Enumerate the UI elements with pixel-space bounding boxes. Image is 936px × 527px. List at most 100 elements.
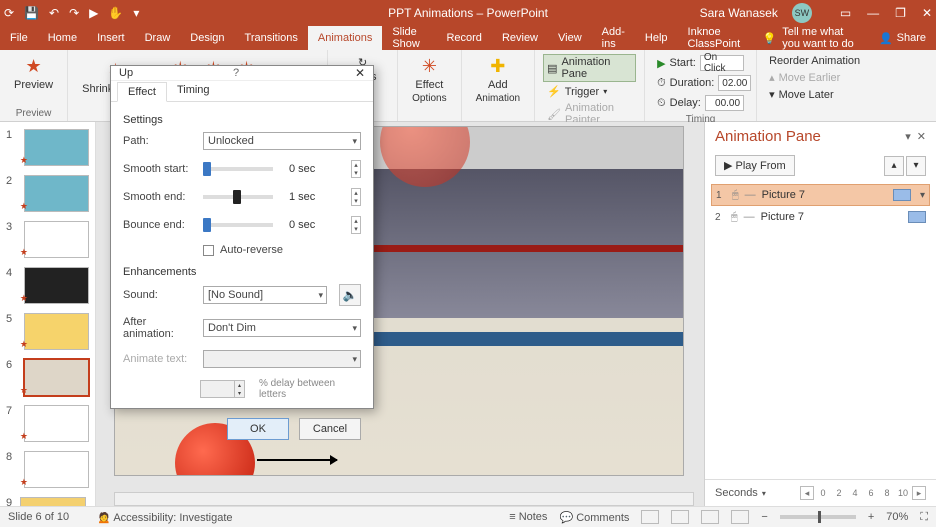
- cancel-button[interactable]: Cancel: [299, 418, 361, 440]
- bounce-end-spinner[interactable]: ▴▾: [351, 216, 361, 234]
- normal-view-button[interactable]: [641, 510, 659, 524]
- slide-counter[interactable]: Slide 6 of 10: [8, 511, 69, 523]
- move-down-button[interactable]: ▾: [906, 156, 926, 176]
- preview-button[interactable]: ★ Preview: [8, 54, 59, 93]
- move-earlier-button[interactable]: ▴Move Earlier: [765, 70, 869, 85]
- slide-thumbnail[interactable]: 1★: [0, 126, 95, 172]
- comments-button[interactable]: 💬 Comments: [559, 511, 629, 524]
- undo-icon[interactable]: ↶: [49, 6, 59, 20]
- tab-view[interactable]: View: [548, 26, 592, 50]
- slide-thumbnail-panel[interactable]: 1★ 2★ 3★ 4★ 5★ 6★ 7★ 8★ 9: [0, 122, 96, 506]
- tab-review[interactable]: Review: [492, 26, 548, 50]
- restore-icon[interactable]: ❐: [895, 6, 906, 20]
- tab-animations[interactable]: Animations: [308, 26, 382, 50]
- share-button[interactable]: 👤Share: [869, 26, 936, 50]
- touch-mode-icon[interactable]: ✋: [108, 6, 123, 20]
- tab-file[interactable]: File: [0, 26, 38, 50]
- slide-thumbnail[interactable]: 3★: [0, 218, 95, 264]
- tab-transitions[interactable]: Transitions: [235, 26, 308, 50]
- autosave-icon[interactable]: ⟳: [4, 6, 14, 20]
- seconds-dropdown[interactable]: Seconds▾: [715, 487, 766, 499]
- slide-thumbnail[interactable]: 6★: [0, 356, 95, 402]
- tab-insert[interactable]: Insert: [87, 26, 135, 50]
- scroll-right-icon[interactable]: ▸: [912, 486, 926, 500]
- sound-volume-button[interactable]: 🔈: [339, 284, 361, 306]
- tab-inknoe-classpoint[interactable]: Inknoe ClassPoint: [678, 26, 753, 50]
- speaker-icon: 🔈: [343, 288, 358, 302]
- sound-combobox[interactable]: [No Sound]▾: [203, 286, 327, 304]
- tell-me-search[interactable]: 💡Tell me what you want to do: [753, 26, 869, 50]
- horizontal-scrollbar[interactable]: [114, 492, 694, 506]
- slide-thumbnail[interactable]: 4★: [0, 264, 95, 310]
- delay-input[interactable]: 00.00: [705, 95, 744, 111]
- start-dropdown[interactable]: On Click: [700, 55, 744, 71]
- user-name[interactable]: Sara Wanasek: [700, 6, 778, 20]
- close-icon[interactable]: ✕: [922, 6, 932, 20]
- item-menu-icon[interactable]: ▾: [920, 190, 925, 201]
- animation-item[interactable]: 2 🖱 — Picture 7: [711, 206, 930, 228]
- minimize-icon[interactable]: —: [867, 6, 879, 20]
- ok-button[interactable]: OK: [227, 418, 289, 440]
- zoom-out-icon[interactable]: −: [761, 511, 767, 523]
- notes-button[interactable]: ≡ Notes: [509, 511, 547, 523]
- qat-more-icon[interactable]: ▾: [133, 6, 139, 20]
- animation-pane-button[interactable]: ▤Animation Pane: [543, 54, 636, 82]
- add-animation-button[interactable]: ✚ Add Animation: [470, 54, 526, 106]
- slide-thumbnail[interactable]: 5★: [0, 310, 95, 356]
- smooth-start-slider[interactable]: [203, 167, 273, 171]
- reorder-animation-label: Reorder Animation: [765, 54, 869, 68]
- dialog-close-icon[interactable]: ✕: [355, 66, 365, 80]
- path-combobox[interactable]: Unlocked▾: [203, 132, 361, 150]
- tab-draw[interactable]: Draw: [135, 26, 181, 50]
- accessibility-status[interactable]: 🙍 Accessibility: Investigate: [97, 511, 232, 524]
- tab-home[interactable]: Home: [38, 26, 87, 50]
- redo-icon[interactable]: ↷: [69, 6, 79, 20]
- slide-thumbnail[interactable]: 9: [0, 494, 95, 506]
- lightbulb-icon: 💡: [763, 32, 777, 45]
- timing-bar: [908, 211, 926, 223]
- enhancements-heading: Enhancements: [123, 266, 361, 278]
- zoom-value[interactable]: 70%: [886, 511, 908, 523]
- add-animation-icon: ✚: [490, 56, 505, 77]
- smooth-end-value: 1 sec: [289, 191, 327, 203]
- start-from-beginning-icon[interactable]: ▶: [89, 6, 98, 20]
- bounce-end-slider[interactable]: [203, 223, 273, 227]
- after-animation-combobox[interactable]: Don't Dim▾: [203, 319, 361, 337]
- slide-thumbnail[interactable]: 8★: [0, 448, 95, 494]
- tab-slideshow[interactable]: Slide Show: [382, 26, 436, 50]
- dialog-help-icon[interactable]: ?: [233, 67, 239, 79]
- auto-reverse-checkbox[interactable]: [203, 245, 214, 256]
- move-later-button[interactable]: ▾Move Later: [765, 87, 869, 102]
- dialog-tab-effect[interactable]: Effect: [117, 82, 167, 102]
- smooth-end-slider[interactable]: [203, 195, 273, 199]
- tab-record[interactable]: Record: [436, 26, 491, 50]
- user-avatar[interactable]: SW: [792, 3, 812, 23]
- move-up-button[interactable]: ▴: [884, 156, 904, 176]
- scroll-left-icon[interactable]: ◂: [800, 486, 814, 500]
- play-from-button[interactable]: ▶ Play From: [715, 155, 795, 176]
- save-icon[interactable]: 💾: [24, 6, 39, 20]
- duration-input[interactable]: 02.00: [718, 75, 751, 91]
- zoom-slider[interactable]: [780, 515, 856, 519]
- pane-dropdown-icon[interactable]: ▾: [905, 130, 911, 143]
- ribbon-display-options-icon[interactable]: ▭: [840, 6, 851, 20]
- tab-design[interactable]: Design: [180, 26, 234, 50]
- zoom-in-icon[interactable]: +: [868, 511, 874, 523]
- tab-help[interactable]: Help: [635, 26, 678, 50]
- dialog-tab-timing[interactable]: Timing: [167, 81, 220, 101]
- slide-thumbnail[interactable]: 2★: [0, 172, 95, 218]
- pane-close-icon[interactable]: ✕: [917, 130, 926, 143]
- effect-options-button[interactable]: ✳ Effect Options: [406, 54, 452, 106]
- tab-addins[interactable]: Add-ins: [592, 26, 635, 50]
- fit-to-window-icon[interactable]: ⛶: [920, 511, 928, 524]
- smooth-start-spinner[interactable]: ▴▾: [351, 160, 361, 178]
- smooth-end-spinner[interactable]: ▴▾: [351, 188, 361, 206]
- slideshow-view-button[interactable]: [731, 510, 749, 524]
- dialog-title: Up: [119, 67, 133, 79]
- reading-view-button[interactable]: [701, 510, 719, 524]
- slide-thumbnail[interactable]: 7★: [0, 402, 95, 448]
- slide-sorter-button[interactable]: [671, 510, 689, 524]
- animation-item[interactable]: 1 🖱 — Picture 7 ▾: [711, 184, 930, 206]
- trigger-button[interactable]: ⚡Trigger▾: [543, 84, 636, 99]
- motion-path-arrow[interactable]: [257, 459, 337, 461]
